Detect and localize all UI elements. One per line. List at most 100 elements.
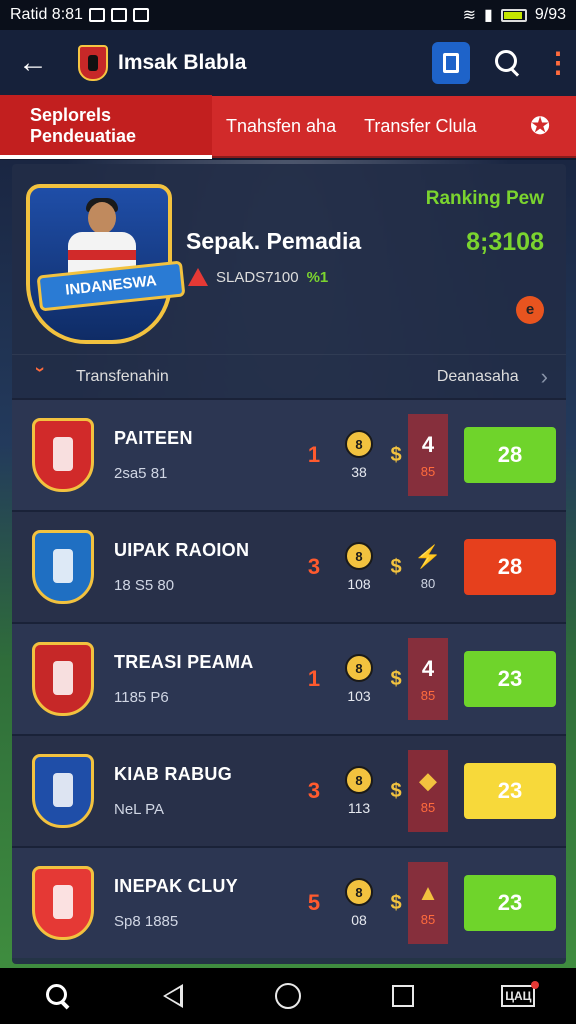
- club-sub: 18 S5 80: [114, 577, 175, 594]
- player-warning: SLADS7100 %1: [188, 268, 328, 286]
- list-item[interactable]: UIPAK RAOION 18 S5 80 3 8 108 $ ⚡ 80 28: [12, 510, 566, 622]
- warning-highlight: %1: [306, 268, 329, 286]
- ranking-label: Ranking Pew: [425, 188, 544, 209]
- form-bottom: 85: [420, 463, 436, 479]
- club-position: 5: [307, 890, 321, 915]
- message-icon: [132, 8, 149, 22]
- search-icon[interactable]: [492, 48, 522, 78]
- club-name: UIPAK RAOION: [114, 540, 250, 560]
- status-right-text: 9/93: [534, 6, 566, 23]
- club-logo-icon: [78, 45, 108, 81]
- document-button[interactable]: [432, 42, 470, 84]
- tab-label: Tnahsfen aha: [226, 115, 337, 136]
- system-nav-bar: ЦАЦ: [0, 968, 576, 1024]
- tab-label: Seplorels Pendeuatiae: [30, 105, 137, 146]
- club-sub: 1185 P6: [114, 689, 169, 706]
- warning-icon: [188, 268, 208, 286]
- club-sub: NeL PA: [114, 801, 165, 818]
- status-time: Ratid 8:81: [10, 6, 83, 23]
- list-item[interactable]: INEPAK CLUY Sp8 1885 5 8 08 $ ▲ 85 23: [12, 846, 566, 958]
- club-badge-icon: [32, 418, 94, 492]
- dollar-icon: $: [390, 667, 402, 690]
- coin-value: 38: [351, 464, 367, 480]
- dollar-icon: $: [390, 891, 402, 914]
- score-badge[interactable]: 23: [464, 651, 556, 707]
- wifi-icon: ≋: [462, 7, 477, 24]
- nav-app-button[interactable]: ЦАЦ: [498, 976, 540, 1016]
- form-bottom: 85: [420, 911, 436, 927]
- back-triangle-icon: [162, 984, 183, 1008]
- nav-recents-button[interactable]: [383, 976, 423, 1016]
- recents-square-icon: [392, 985, 415, 1007]
- club-name: PAITEEN: [114, 428, 193, 448]
- form-bottom: 85: [420, 799, 436, 815]
- club-position: 1: [307, 666, 321, 691]
- club-sub: Sp8 1885: [114, 913, 179, 930]
- tab-label: Transfer Clula: [364, 115, 477, 136]
- form-top: 4: [421, 431, 435, 457]
- chevron-right-icon[interactable]: ›: [541, 364, 548, 390]
- score-badge[interactable]: 28: [464, 539, 556, 595]
- tab-transfer-club[interactable]: Transfer Clula: [350, 95, 490, 157]
- club-name: KIAB RABUG: [114, 764, 232, 784]
- ranking-value: 8;3108: [466, 228, 544, 256]
- coin-value: 113: [347, 800, 371, 816]
- home-circle-icon: [274, 983, 301, 1009]
- nav-back-button[interactable]: [153, 976, 193, 1016]
- club-sub: 2sa5 81: [114, 465, 168, 482]
- club-badge-icon: [32, 642, 94, 716]
- back-arrow-icon[interactable]: ←: [18, 46, 48, 80]
- info-dot-icon[interactable]: e: [516, 296, 544, 324]
- warning-text: SLADS7100: [216, 268, 299, 286]
- search-icon: [44, 982, 72, 1010]
- club-name: INEPAK CLUY: [114, 876, 238, 896]
- player-hero: INDANESWA Sepak. Pemadia SLADS7100 %1 Ra…: [12, 164, 566, 354]
- club-position: 3: [307, 778, 321, 803]
- dollar-icon: $: [390, 779, 402, 802]
- app-title: Imsak Blabla: [118, 51, 247, 74]
- player-name: Sepak. Pemadia: [186, 228, 362, 254]
- score-badge[interactable]: 23: [464, 875, 556, 931]
- nav-home-button[interactable]: [268, 976, 308, 1016]
- gallery-icon: [110, 8, 127, 22]
- coin-value: 08: [351, 912, 367, 928]
- club-position: 3: [307, 554, 321, 579]
- list-item[interactable]: KIAB RABUG NeL PA 3 8 113 $ ◆ 85 23: [12, 734, 566, 846]
- document-icon: [443, 53, 459, 73]
- section-header[interactable]: › Transfenahin Deanasaha ›: [12, 354, 566, 398]
- chevron-down-icon[interactable]: ›: [30, 367, 51, 387]
- coin-icon: 8: [345, 430, 373, 458]
- nav-search-button[interactable]: [38, 976, 78, 1016]
- score-badge[interactable]: 23: [464, 763, 556, 819]
- signal-icon: ▮: [484, 7, 493, 24]
- club-list: PAITEEN 2sa5 81 1 8 38 $ 4 85 28 UIPAK RAO…: [12, 398, 566, 958]
- form-top: ▲: [417, 879, 439, 905]
- coin-value: 108: [347, 576, 371, 592]
- club-badge-icon: [32, 530, 94, 604]
- section-title: Transfenahin: [76, 367, 169, 385]
- coin-value: 103: [347, 688, 371, 704]
- list-item[interactable]: TREASI PEAMA 1185 P6 1 8 103 $ 4 85 23: [12, 622, 566, 734]
- app-bar: ← Imsak Blabla ⋮: [0, 30, 576, 96]
- form-bottom: 80: [420, 575, 436, 591]
- section-filter[interactable]: Deanasaha: [437, 368, 519, 386]
- main-panel: INDANESWA Sepak. Pemadia SLADS7100 %1 Ra…: [12, 164, 566, 964]
- tab-transfer[interactable]: Tnahsfen aha: [212, 95, 350, 157]
- club-badge-icon: [32, 866, 94, 940]
- form-top: 4: [421, 655, 435, 681]
- coin-icon: 8: [345, 766, 373, 794]
- more-vert-icon[interactable]: ⋮: [544, 49, 572, 77]
- tab-pendaftaran[interactable]: Seplorels Pendeuatiae: [0, 95, 212, 159]
- battery-icon: [500, 8, 527, 22]
- status-bar: Ratid 8:81 ≋ ▮ 9/93: [0, 0, 576, 30]
- app-shortcut-icon: ЦАЦ: [501, 981, 540, 1007]
- dollar-icon: $: [390, 555, 402, 578]
- trophy-icon[interactable]: ✪: [520, 106, 560, 146]
- club-position: 1: [307, 442, 321, 467]
- form-bottom: 85: [420, 687, 436, 703]
- form-top: ⚡: [414, 543, 442, 569]
- tab-bar: Seplorels Pendeuatiae Tnahsfen aha Trans…: [0, 95, 576, 159]
- list-item[interactable]: PAITEEN 2sa5 81 1 8 38 $ 4 85 28: [12, 398, 566, 510]
- dollar-icon: $: [390, 443, 402, 466]
- score-badge[interactable]: 28: [464, 427, 556, 483]
